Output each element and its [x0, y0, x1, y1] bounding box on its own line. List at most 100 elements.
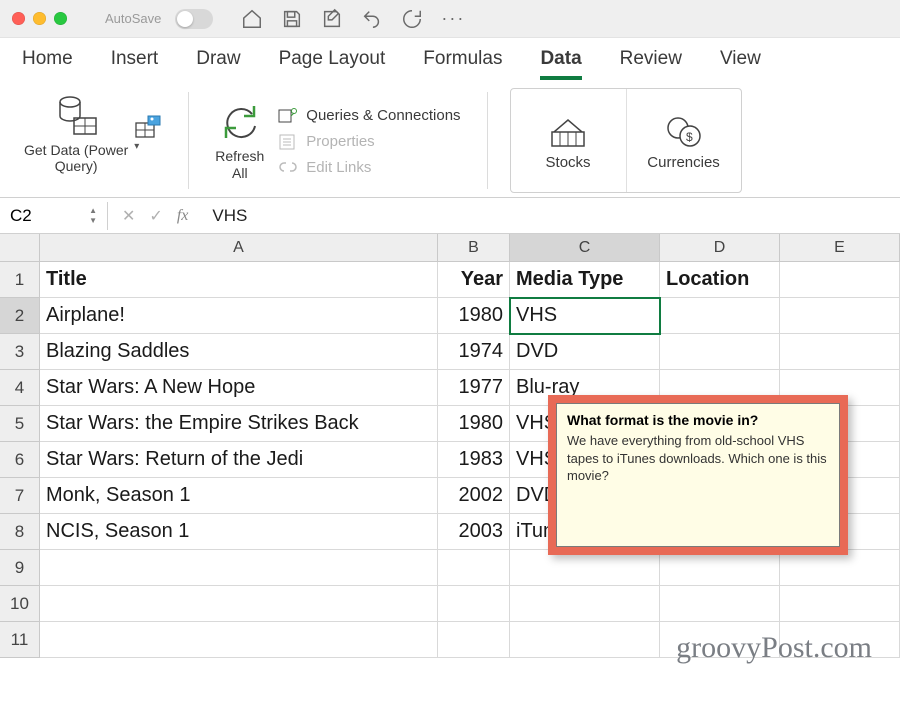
row-head-8[interactable]: 8	[0, 514, 40, 550]
formula-value[interactable]: VHS	[202, 206, 247, 226]
cell-B5[interactable]: 1980	[438, 406, 510, 442]
more-icon[interactable]: ···	[441, 8, 465, 29]
cell-A3[interactable]: Blazing Saddles	[40, 334, 438, 370]
cell-B4[interactable]: 1977	[438, 370, 510, 406]
row-head-4[interactable]: 4	[0, 370, 40, 406]
cell-D3[interactable]	[660, 334, 780, 370]
row-head-11[interactable]: 11	[0, 622, 40, 658]
cell-E2[interactable]	[780, 298, 900, 334]
col-head-a[interactable]: A	[40, 234, 438, 262]
tab-formulas[interactable]: Formulas	[423, 48, 502, 80]
cell-A2[interactable]: Airplane!	[40, 298, 438, 334]
tab-data[interactable]: Data	[540, 48, 581, 80]
col-head-b[interactable]: B	[438, 234, 510, 262]
tab-page-layout[interactable]: Page Layout	[279, 48, 386, 80]
cell-D10[interactable]	[660, 586, 780, 622]
name-box[interactable]: C2 ▲ ▼	[0, 202, 108, 230]
cell-B11[interactable]	[438, 622, 510, 658]
queries-connections-button[interactable]: Queries & Connections	[278, 107, 460, 125]
cell-C2[interactable]: VHS	[510, 298, 660, 334]
data-type-currencies[interactable]: $ Currencies	[626, 89, 741, 192]
cell-A10[interactable]	[40, 586, 438, 622]
cell-C1[interactable]: Media Type	[510, 262, 660, 298]
get-data-label: Get Data (Power Query)	[24, 142, 128, 174]
cell-E1[interactable]	[780, 262, 900, 298]
name-box-value: C2	[10, 206, 32, 226]
tab-view[interactable]: View	[720, 48, 761, 80]
chevron-up-icon[interactable]: ▲	[89, 207, 97, 215]
minimize-window-button[interactable]	[33, 12, 46, 25]
watermark: groovyPost.com	[676, 631, 872, 665]
tab-home[interactable]: Home	[22, 48, 73, 80]
zoom-window-button[interactable]	[54, 12, 67, 25]
cell-A1[interactable]: Title	[40, 262, 438, 298]
cell-B6[interactable]: 1983	[438, 442, 510, 478]
cell-A7[interactable]: Monk, Season 1	[40, 478, 438, 514]
cell-C9[interactable]	[510, 550, 660, 586]
cell-B2[interactable]: 1980	[438, 298, 510, 334]
cell-B9[interactable]	[438, 550, 510, 586]
comment-box[interactable]: What format is the movie in? We have eve…	[556, 403, 840, 547]
data-type-stocks[interactable]: Stocks	[511, 89, 626, 192]
tab-review[interactable]: Review	[620, 48, 682, 80]
from-picture-button[interactable]	[134, 115, 162, 139]
cell-C11[interactable]	[510, 622, 660, 658]
cell-E9[interactable]	[780, 550, 900, 586]
data-types-gallery[interactable]: Stocks $ Currencies	[510, 88, 742, 193]
stocks-label: Stocks	[546, 154, 591, 171]
save-icon[interactable]	[281, 8, 303, 30]
row-head-3[interactable]: 3	[0, 334, 40, 370]
col-head-c[interactable]: C	[510, 234, 660, 262]
autosave-toggle[interactable]	[175, 9, 213, 29]
comment-callout: What format is the movie in? We have eve…	[548, 395, 848, 555]
cell-C10[interactable]	[510, 586, 660, 622]
cell-B10[interactable]	[438, 586, 510, 622]
cell-E3[interactable]	[780, 334, 900, 370]
row-head-5[interactable]: 5	[0, 406, 40, 442]
row-head-9[interactable]: 9	[0, 550, 40, 586]
cell-D9[interactable]	[660, 550, 780, 586]
edit-links-button: Edit Links	[278, 159, 460, 177]
close-window-button[interactable]	[12, 12, 25, 25]
chevron-down-icon[interactable]: ▼	[89, 217, 97, 225]
accept-entry-icon[interactable]: ✓	[149, 206, 162, 226]
cell-A8[interactable]: NCIS, Season 1	[40, 514, 438, 550]
cell-B7[interactable]: 2002	[438, 478, 510, 514]
cell-A6[interactable]: Star Wars: Return of the Jedi	[40, 442, 438, 478]
cell-D1[interactable]: Location	[660, 262, 780, 298]
cell-A5[interactable]: Star Wars: the Empire Strikes Back	[40, 406, 438, 442]
cell-D2[interactable]	[660, 298, 780, 334]
col-head-d[interactable]: D	[660, 234, 780, 262]
cell-B8[interactable]: 2003	[438, 514, 510, 550]
col-head-e[interactable]: E	[780, 234, 900, 262]
select-all-corner[interactable]	[0, 234, 40, 262]
row-head-10[interactable]: 10	[0, 586, 40, 622]
row-head-2[interactable]: 2	[0, 298, 40, 334]
home-icon[interactable]	[241, 8, 263, 30]
tab-draw[interactable]: Draw	[196, 48, 240, 80]
save-as-icon[interactable]	[321, 8, 343, 30]
fx-icon[interactable]: fx	[177, 207, 189, 225]
queries-connections-label: Queries & Connections	[306, 107, 460, 124]
row-head-6[interactable]: 6	[0, 442, 40, 478]
cell-A9[interactable]	[40, 550, 438, 586]
row-head-1[interactable]: 1	[0, 262, 40, 298]
undo-icon[interactable]	[361, 8, 383, 30]
row-head-7[interactable]: 7	[0, 478, 40, 514]
cell-B3[interactable]: 1974	[438, 334, 510, 370]
cell-A11[interactable]	[40, 622, 438, 658]
svg-text:$: $	[686, 130, 693, 144]
refresh-all-label: Refresh All	[215, 148, 264, 180]
cell-B1[interactable]: Year	[438, 262, 510, 298]
tab-insert[interactable]: Insert	[111, 48, 159, 80]
properties-label: Properties	[306, 133, 374, 150]
refresh-all-button[interactable]: Refresh All	[215, 100, 264, 180]
chevron-down-icon[interactable]: ▾	[134, 141, 162, 152]
currencies-label: Currencies	[647, 154, 720, 171]
cell-A4[interactable]: Star Wars: A New Hope	[40, 370, 438, 406]
redo-icon[interactable]	[401, 8, 423, 30]
cell-E10[interactable]	[780, 586, 900, 622]
get-data-button[interactable]: Get Data (Power Query)	[24, 92, 128, 174]
cell-C3[interactable]: DVD	[510, 334, 660, 370]
cancel-entry-icon[interactable]: ✕	[122, 206, 135, 226]
